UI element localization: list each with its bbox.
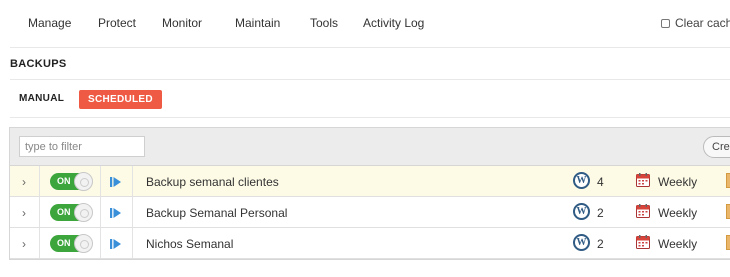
filter-input[interactable] [19, 136, 145, 157]
toggle-knob [74, 234, 93, 253]
clear-cache-checkbox[interactable] [661, 19, 670, 28]
nav-item-manage[interactable]: Manage [28, 16, 71, 30]
table-row[interactable]: › ON Nichos Semanal W 2 Weekly [10, 228, 730, 259]
status-icon [726, 204, 730, 219]
toggle-knob [74, 172, 93, 191]
nav-item-tools[interactable]: Tools [310, 16, 338, 30]
table-row[interactable]: › ON Backup Semanal Personal W 2 Weekly [10, 197, 730, 228]
play-icon[interactable] [110, 207, 122, 219]
clear-cache-label: Clear cache [675, 16, 730, 30]
play-icon[interactable] [110, 176, 122, 188]
calendar-icon [636, 235, 650, 249]
chevron-right-icon[interactable]: › [22, 206, 26, 220]
calendar-icon [636, 204, 650, 218]
divider [10, 47, 730, 48]
nav-item-monitor[interactable]: Monitor [162, 16, 202, 30]
top-navigation: Manage Protect Monitor Maintain Tools Ac… [0, 0, 730, 46]
wordpress-icon: W [573, 234, 590, 251]
tab-scheduled[interactable]: SCHEDULED [79, 90, 162, 109]
toggle-knob [74, 203, 93, 222]
page-title: BACKUPS [10, 58, 67, 70]
chevron-right-icon[interactable]: › [22, 237, 26, 251]
frequency: Weekly [658, 175, 698, 189]
toggle-label: ON [57, 238, 71, 248]
clear-cache-control[interactable]: Clear cache [661, 16, 730, 30]
toggle-switch[interactable]: ON [50, 234, 93, 253]
nav-item-protect[interactable]: Protect [98, 16, 136, 30]
wordpress-icon: W [573, 172, 590, 189]
calendar-icon [636, 173, 650, 187]
status-icon [726, 235, 730, 250]
wordpress-icon: W [573, 203, 590, 220]
site-count: 4 [597, 175, 604, 189]
frequency: Weekly [658, 237, 698, 251]
toggle-label: ON [57, 207, 71, 217]
table-row[interactable]: › ON Backup semanal clientes W 4 Weekly [10, 166, 730, 197]
backup-name[interactable]: Backup Semanal Personal [146, 206, 287, 220]
chevron-right-icon[interactable]: › [22, 175, 26, 189]
toggle-switch[interactable]: ON [50, 172, 93, 191]
divider [10, 79, 730, 80]
toggle-switch[interactable]: ON [50, 203, 93, 222]
frequency: Weekly [658, 206, 698, 220]
site-count: 2 [597, 237, 604, 251]
nav-item-maintain[interactable]: Maintain [235, 16, 280, 30]
tab-manual[interactable]: MANUAL [19, 93, 64, 104]
backups-table: Create › ON Backup semanal clientes W 4 … [9, 127, 730, 260]
backup-name[interactable]: Backup semanal clientes [146, 175, 279, 189]
status-icon [726, 173, 730, 188]
table-toolbar: Create [10, 128, 730, 166]
backup-name[interactable]: Nichos Semanal [146, 237, 233, 251]
nav-item-activity-log[interactable]: Activity Log [363, 16, 424, 30]
divider [10, 117, 730, 118]
play-icon[interactable] [110, 238, 122, 250]
toggle-label: ON [57, 176, 71, 186]
site-count: 2 [597, 206, 604, 220]
create-button[interactable]: Create [703, 136, 730, 158]
